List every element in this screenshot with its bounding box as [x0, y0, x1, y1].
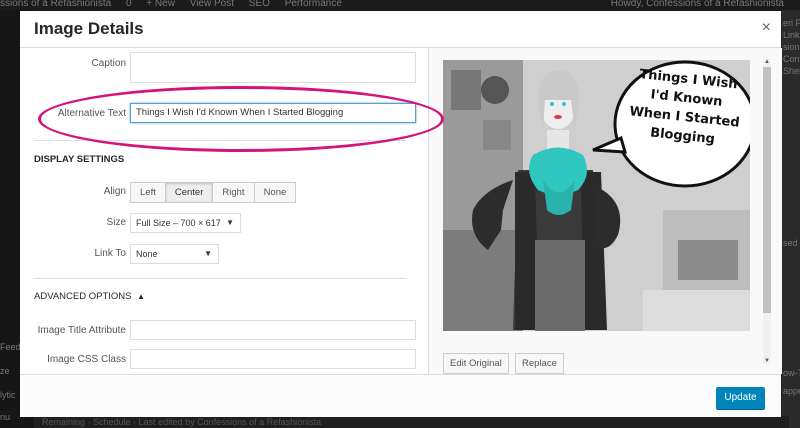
link-to-label: Link To — [94, 248, 126, 259]
admin-bar: ssions of a Refashionista 0 + New View P… — [0, 0, 800, 10]
caption-textarea[interactable] — [130, 52, 416, 83]
display-settings-heading: DISPLAY SETTINGS — [34, 154, 125, 165]
align-label: Align — [103, 186, 126, 197]
right-background: eri Pav Linke sions Confe Sherl sed ow-T… — [781, 10, 800, 428]
comments-count[interactable]: 0 — [126, 0, 132, 9]
bg-snippet: Linke — [783, 30, 800, 40]
scrollbar-thumb[interactable] — [763, 67, 771, 313]
css-class-input[interactable] — [130, 349, 416, 369]
align-none-button[interactable]: None — [253, 182, 297, 203]
align-right-button[interactable]: Right — [212, 182, 255, 203]
scroll-down-icon[interactable]: ▼ — [763, 358, 771, 364]
alt-text-input[interactable]: Things I Wish I'd Known When I Started B… — [130, 103, 416, 123]
align-center-button[interactable]: Center — [164, 182, 214, 203]
advanced-options-toggle[interactable]: ADVANCED OPTIONS ▲ — [34, 291, 145, 302]
bg-snippet: apper — [783, 386, 800, 396]
settings-pane: Caption Alternative Text Things I Wish I… — [20, 48, 428, 374]
size-label: Size — [106, 217, 126, 228]
performance-link[interactable]: Performance — [285, 0, 342, 9]
view-post-link[interactable]: View Post — [190, 0, 234, 9]
scroll-up-icon[interactable]: ▲ — [763, 59, 771, 65]
align-button-group: Left Center Right None — [130, 182, 297, 203]
size-select[interactable]: Full Size – 700 × 617 ▼ — [130, 213, 241, 233]
bg-publish-row: Remaining · Schedule · Last edited by Co… — [34, 416, 789, 428]
align-left-button[interactable]: Left — [130, 182, 166, 203]
scrollbar[interactable]: ▲ ▼ — [763, 59, 771, 364]
bg-snippet: ow-T — [783, 368, 800, 378]
bg-snippet: eri Pav — [783, 18, 800, 28]
title-attribute-label: Image Title Attribute — [37, 325, 126, 336]
modal-header: Image Details × — [20, 11, 781, 48]
title-attribute-input[interactable] — [130, 320, 416, 340]
site-name[interactable]: ssions of a Refashionista — [0, 0, 111, 9]
speech-bubble-text: Things I Wish I'd Known When I Started B… — [628, 67, 741, 148]
image-preview-pane: Things I Wish I'd Known When I Started B… — [428, 48, 782, 374]
bg-snippet: sions — [783, 42, 800, 52]
link-to-select[interactable]: None ▼ — [130, 244, 219, 264]
seo-link[interactable]: SEO — [249, 0, 270, 9]
bg-snippet: Sherl — [783, 66, 800, 76]
howdy-user[interactable]: Howdy, Confessions of a Refashionista — [611, 0, 784, 9]
close-icon[interactable]: × — [762, 19, 771, 37]
new-link[interactable]: + New — [146, 0, 175, 9]
image-details-modal: Image Details × Caption Alternative Text… — [20, 11, 782, 417]
divider — [34, 278, 406, 279]
replace-button[interactable]: Replace — [515, 353, 564, 374]
chevron-down-icon: ▼ — [226, 218, 234, 227]
alt-text-label: Alternative Text — [57, 108, 126, 119]
modal-footer: Update — [20, 374, 781, 417]
bg-snippet: Confe — [783, 54, 800, 64]
update-button[interactable]: Update — [716, 387, 765, 409]
css-class-label: Image CSS Class — [47, 354, 126, 365]
divider — [34, 140, 406, 141]
size-select-value: Full Size – 700 × 617 — [136, 218, 221, 228]
caret-up-icon: ▲ — [137, 292, 146, 301]
chevron-down-icon: ▼ — [204, 249, 212, 258]
modal-title: Image Details — [34, 19, 144, 38]
caption-label: Caption — [91, 58, 126, 69]
edit-original-button[interactable]: Edit Original — [443, 353, 509, 374]
bg-snippet: sed — [783, 238, 798, 248]
advanced-options-heading: ADVANCED OPTIONS — [34, 291, 132, 302]
link-to-select-value: None — [136, 249, 158, 259]
image-preview: Things I Wish I'd Known When I Started B… — [443, 60, 750, 331]
